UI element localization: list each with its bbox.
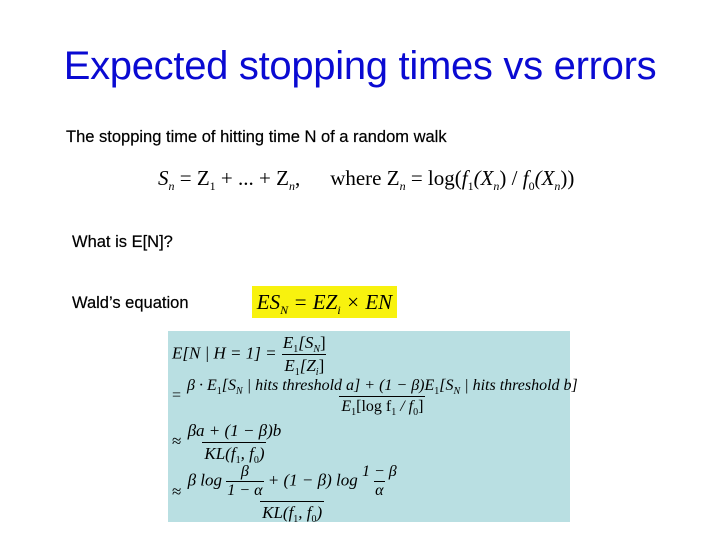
wald-label: Wald’s equation [72, 294, 189, 312]
frac-part: , f [298, 503, 312, 522]
derivation-line-3: ≈ βa + (1 − β)b KL(f1, f0) [172, 421, 284, 466]
eq-part: (X [473, 166, 494, 190]
derivation-line-2: = β · E1[SN | hits threshold a] + (1 − β… [172, 377, 580, 418]
frac-part: ] [318, 356, 325, 375]
frac-part: [Z [299, 356, 316, 375]
line4-fraction: β log β1 − α + (1 − β) log 1 − βα KL(f1,… [186, 463, 399, 525]
frac-part: , f [240, 444, 254, 463]
frac-part: E [341, 398, 352, 415]
frac-part: | hits threshold a] + (1 − β)E [242, 377, 435, 394]
line3-fraction: βa + (1 − β)b KL(f1, f0) [186, 421, 284, 466]
frac-part: E [282, 333, 294, 352]
wald-part: × EN [340, 289, 393, 314]
eq-part: + ... + Z [215, 166, 289, 190]
eq-sn: S [158, 166, 169, 190]
frac-part: E [284, 356, 295, 375]
line1-fraction: E1[SN] E1[Zi] [281, 333, 328, 378]
question-text: What is E[N]? [72, 233, 173, 251]
frac-sub: N [236, 386, 243, 397]
frac-part: [log f [356, 398, 392, 415]
eq-part: )) [560, 166, 575, 190]
wald-part: = EZ [288, 289, 338, 314]
line3-prefix: ≈ [172, 431, 182, 451]
line2-fraction: β · E1[SN | hits threshold a] + (1 − β)E… [185, 377, 580, 418]
frac-part: β · E [187, 377, 217, 394]
frac-part: ] [320, 333, 326, 352]
frac-part: βa + (1 − β)b [187, 421, 282, 440]
frac-part: ) [258, 444, 265, 463]
frac-part: KL(f [204, 444, 236, 463]
frac-part: β [240, 463, 249, 480]
intro-text: The stopping time of hitting time N of a… [66, 128, 447, 146]
eq-part: (X [534, 166, 555, 190]
eq-where: where Z [330, 166, 400, 190]
frac-part: | hits threshold b] [460, 377, 578, 394]
frac-part: [S [221, 377, 237, 394]
derivation-box: E[N | H = 1] = E1[SN] E1[Zi] = β · E1[SN… [168, 331, 578, 525]
frac-part: [S [298, 333, 314, 352]
wald-part: ES [256, 289, 281, 314]
frac-part: β log [187, 470, 223, 490]
frac-part: 1 − α [227, 482, 263, 499]
derivation-line-4: ≈ β log β 1 − α + (1 − β) log 1 − β α KL(f… [172, 463, 399, 525]
eq-part: , [294, 166, 301, 190]
eq-part: ) / [499, 166, 523, 190]
frac-part: 1 − β [361, 463, 397, 480]
wald-equation-highlight: ESN = EZi × EN [252, 286, 397, 318]
inner-fraction-2: 1 − β α [362, 463, 397, 500]
line2-prefix: = [172, 387, 182, 405]
frac-part: α [375, 482, 384, 499]
frac-part: ) [316, 503, 323, 522]
frac-part: ] [418, 398, 424, 415]
frac-part: KL(f [262, 503, 294, 522]
eq-part: = Z [174, 166, 210, 190]
slide-title: Expected stopping times vs errors [63, 44, 657, 88]
random-walk-equation: Sn = Z1 + ... + Zn, where Zn = log(f1(Xn)… [158, 166, 575, 192]
wald-equation: ESN = EZi × EN [256, 289, 393, 317]
frac-part: + (1 − β) log [263, 470, 358, 490]
line4-prefix: ≈ [172, 481, 182, 501]
eq-part: = log( [405, 166, 462, 190]
inner-fraction-1: β 1 − α [226, 463, 264, 500]
derivation-line-1: E[N | H = 1] = E1[SN] E1[Zi] [172, 333, 328, 378]
frac-part: / f [396, 398, 414, 415]
line1-lhs: E[N | H = 1] = [172, 343, 277, 363]
frac-part: [S [439, 377, 454, 394]
wald-sub: N [280, 302, 289, 317]
